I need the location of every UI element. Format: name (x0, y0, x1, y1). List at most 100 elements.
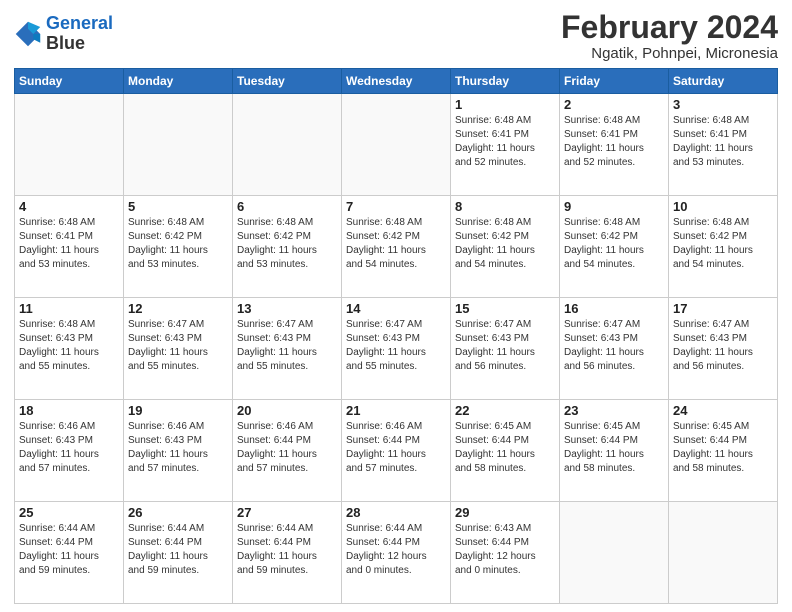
calendar-week-row: 11 Sunrise: 6:48 AMSunset: 6:43 PMDayligh… (15, 298, 778, 400)
calendar-week-row: 1Sunrise: 6:48 AMSunset: 6:41 PMDaylight… (15, 94, 778, 196)
calendar-cell (233, 94, 342, 196)
calendar-week-row: 4Sunrise: 6:48 AMSunset: 6:41 PMDaylight… (15, 196, 778, 298)
calendar-header-row: SundayMondayTuesdayWednesdayThursdayFrid… (15, 69, 778, 94)
day-info: Sunrise: 6:47 AMSunset: 6:43 PMDaylight:… (128, 318, 228, 374)
calendar-cell (669, 502, 778, 604)
day-info: Sunrise: 6:44 AMSunset: 6:44 PMDaylight:… (19, 522, 119, 578)
calendar-cell (560, 502, 669, 604)
day-info: Sunrise: 6:44 AMSunset: 6:44 PMDaylight:… (346, 522, 446, 578)
day-info: Sunrise: 6:48 AMSunset: 6:42 PMDaylight:… (564, 216, 664, 272)
day-info: Sunrise: 6:48 AMSunset: 6:42 PMDaylight:… (455, 216, 555, 272)
calendar-cell: 21 Sunrise: 6:46 AMSunset: 6:44 PMDayligh… (342, 400, 451, 502)
calendar-cell: 4Sunrise: 6:48 AMSunset: 6:41 PMDaylight… (15, 196, 124, 298)
day-number: 6 (237, 199, 337, 214)
page: General Blue February 2024 Ngatik, Pohnp… (0, 0, 792, 612)
day-number: 10 (673, 199, 773, 214)
day-of-week-header: Monday (124, 69, 233, 94)
day-info: Sunrise: 6:46 AMSunset: 6:44 PMDaylight:… (346, 420, 446, 476)
day-number: 24 (673, 403, 773, 418)
day-number: 19 (128, 403, 228, 418)
calendar-cell (124, 94, 233, 196)
calendar-cell: 16 Sunrise: 6:47 AMSunset: 6:43 PMDayligh… (560, 298, 669, 400)
day-of-week-header: Saturday (669, 69, 778, 94)
calendar-subtitle: Ngatik, Pohnpei, Micronesia (561, 45, 778, 62)
calendar-cell: 11 Sunrise: 6:48 AMSunset: 6:43 PMDayligh… (15, 298, 124, 400)
day-of-week-header: Sunday (15, 69, 124, 94)
day-info: Sunrise: 6:44 AMSunset: 6:44 PMDaylight:… (237, 522, 337, 578)
day-number: 8 (455, 199, 555, 214)
day-of-week-header: Thursday (451, 69, 560, 94)
day-info: Sunrise: 6:47 AMSunset: 6:43 PMDaylight:… (346, 318, 446, 374)
day-info: Sunrise: 6:47 AMSunset: 6:43 PMDaylight:… (673, 318, 773, 374)
calendar-cell: 29 Sunrise: 6:43 AMSunset: 6:44 PMDayligh… (451, 502, 560, 604)
logo-line2: Blue (46, 33, 85, 53)
day-number: 7 (346, 199, 446, 214)
calendar-cell: 22 Sunrise: 6:45 AMSunset: 6:44 PMDayligh… (451, 400, 560, 502)
logo: General Blue (14, 14, 113, 54)
day-number: 23 (564, 403, 664, 418)
calendar-cell: 7 Sunrise: 6:48 AMSunset: 6:42 PMDaylight… (342, 196, 451, 298)
day-info: Sunrise: 6:45 AMSunset: 6:44 PMDaylight:… (673, 420, 773, 476)
calendar-cell: 18 Sunrise: 6:46 AMSunset: 6:43 PMDayligh… (15, 400, 124, 502)
calendar-cell: 13 Sunrise: 6:47 AMSunset: 6:43 PMDayligh… (233, 298, 342, 400)
day-info: Sunrise: 6:46 AMSunset: 6:43 PMDaylight:… (19, 420, 119, 476)
calendar-cell (342, 94, 451, 196)
calendar-cell: 12 Sunrise: 6:47 AMSunset: 6:43 PMDayligh… (124, 298, 233, 400)
day-info: Sunrise: 6:48 AMSunset: 6:41 PMDaylight:… (673, 114, 773, 170)
day-info: Sunrise: 6:45 AMSunset: 6:44 PMDaylight:… (455, 420, 555, 476)
calendar-week-row: 25Sunrise: 6:44 AMSunset: 6:44 PMDayligh… (15, 502, 778, 604)
calendar-cell: 24 Sunrise: 6:45 AMSunset: 6:44 PMDayligh… (669, 400, 778, 502)
calendar-cell: 6 Sunrise: 6:48 AMSunset: 6:42 PMDaylight… (233, 196, 342, 298)
calendar-cell: 25Sunrise: 6:44 AMSunset: 6:44 PMDayligh… (15, 502, 124, 604)
day-info: Sunrise: 6:48 AMSunset: 6:42 PMDaylight:… (128, 216, 228, 272)
day-number: 13 (237, 301, 337, 316)
day-number: 15 (455, 301, 555, 316)
day-number: 12 (128, 301, 228, 316)
day-info: Sunrise: 6:48 AMSunset: 6:42 PMDaylight:… (346, 216, 446, 272)
day-info: Sunrise: 6:48 AMSunset: 6:41 PMDaylight:… (455, 114, 555, 170)
calendar-cell: 10Sunrise: 6:48 AMSunset: 6:42 PMDayligh… (669, 196, 778, 298)
calendar-cell: 8 Sunrise: 6:48 AMSunset: 6:42 PMDaylight… (451, 196, 560, 298)
calendar-cell: 17 Sunrise: 6:47 AMSunset: 6:43 PMDayligh… (669, 298, 778, 400)
day-info: Sunrise: 6:48 AMSunset: 6:41 PMDaylight:… (564, 114, 664, 170)
calendar-cell (15, 94, 124, 196)
calendar-cell: 2 Sunrise: 6:48 AMSunset: 6:41 PMDaylight… (560, 94, 669, 196)
day-info: Sunrise: 6:48 AMSunset: 6:42 PMDaylight:… (237, 216, 337, 272)
day-info: Sunrise: 6:44 AMSunset: 6:44 PMDaylight:… (128, 522, 228, 578)
day-number: 2 (564, 97, 664, 112)
day-number: 5 (128, 199, 228, 214)
calendar-cell: 26 Sunrise: 6:44 AMSunset: 6:44 PMDayligh… (124, 502, 233, 604)
day-info: Sunrise: 6:48 AMSunset: 6:41 PMDaylight:… (19, 216, 119, 272)
day-number: 16 (564, 301, 664, 316)
day-of-week-header: Tuesday (233, 69, 342, 94)
header: General Blue February 2024 Ngatik, Pohnp… (14, 10, 778, 62)
day-number: 3 (673, 97, 773, 112)
calendar-cell: 14Sunrise: 6:47 AMSunset: 6:43 PMDayligh… (342, 298, 451, 400)
day-number: 9 (564, 199, 664, 214)
calendar-cell: 5 Sunrise: 6:48 AMSunset: 6:42 PMDaylight… (124, 196, 233, 298)
calendar-cell: 9 Sunrise: 6:48 AMSunset: 6:42 PMDaylight… (560, 196, 669, 298)
day-number: 22 (455, 403, 555, 418)
day-number: 17 (673, 301, 773, 316)
calendar-cell: 19Sunrise: 6:46 AMSunset: 6:43 PMDayligh… (124, 400, 233, 502)
day-number: 18 (19, 403, 119, 418)
day-number: 26 (128, 505, 228, 520)
calendar-week-row: 18 Sunrise: 6:46 AMSunset: 6:43 PMDayligh… (15, 400, 778, 502)
calendar-cell: 1Sunrise: 6:48 AMSunset: 6:41 PMDaylight… (451, 94, 560, 196)
calendar-cell: 3 Sunrise: 6:48 AMSunset: 6:41 PMDaylight… (669, 94, 778, 196)
calendar-title: February 2024 (561, 10, 778, 45)
calendar-cell: 15Sunrise: 6:47 AMSunset: 6:43 PMDayligh… (451, 298, 560, 400)
logo-icon (14, 20, 42, 48)
calendar-table: SundayMondayTuesdayWednesdayThursdayFrid… (14, 68, 778, 604)
logo-text: General Blue (46, 14, 113, 54)
logo-line1: General (46, 13, 113, 33)
day-number: 21 (346, 403, 446, 418)
day-of-week-header: Friday (560, 69, 669, 94)
day-info: Sunrise: 6:47 AMSunset: 6:43 PMDaylight:… (564, 318, 664, 374)
day-info: Sunrise: 6:47 AMSunset: 6:43 PMDaylight:… (237, 318, 337, 374)
day-info: Sunrise: 6:43 AMSunset: 6:44 PMDaylight:… (455, 522, 555, 578)
calendar-cell: 27Sunrise: 6:44 AMSunset: 6:44 PMDayligh… (233, 502, 342, 604)
day-number: 11 (19, 301, 119, 316)
day-info: Sunrise: 6:48 AMSunset: 6:43 PMDaylight:… (19, 318, 119, 374)
day-number: 29 (455, 505, 555, 520)
